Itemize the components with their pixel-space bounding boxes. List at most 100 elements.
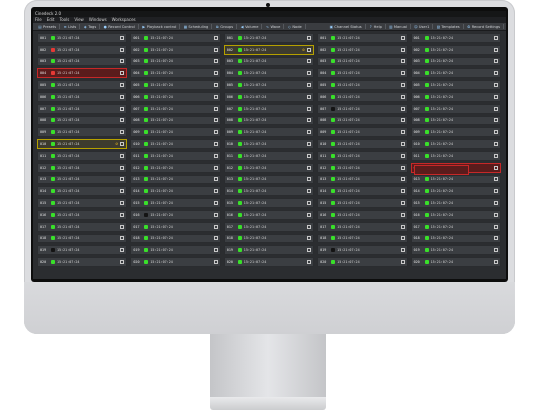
channel-row[interactable]: 007 15:21:07:24 — [317, 103, 408, 114]
channel-row[interactable]: 010 15:21:07:24 — [410, 139, 501, 149]
channel-row[interactable]: 007 15:21:07:24 — [223, 103, 315, 114]
select-checkbox[interactable] — [400, 71, 405, 76]
channel-row[interactable]: 003 15:21:07:24 — [223, 56, 315, 67]
select-checkbox[interactable] — [400, 106, 405, 111]
select-checkbox[interactable] — [120, 83, 125, 88]
select-checkbox[interactable] — [213, 47, 218, 52]
select-checkbox[interactable] — [307, 130, 312, 135]
channel-row[interactable]: 003 15:21:07:24 — [130, 56, 221, 67]
channel-row[interactable]: 011 15:21:07:24 — [130, 150, 221, 161]
channel-row[interactable]: 015 15:21:07:24 — [410, 198, 501, 208]
select-checkbox[interactable] — [213, 130, 218, 135]
select-checkbox[interactable] — [120, 47, 125, 52]
select-checkbox[interactable] — [493, 142, 498, 147]
channel-row[interactable]: 006 15:21:07:24 — [223, 91, 315, 102]
channel-row[interactable]: 005 15:21:07:24 — [410, 80, 501, 90]
select-checkbox[interactable] — [400, 224, 405, 229]
select-checkbox[interactable] — [400, 59, 405, 64]
select-checkbox[interactable] — [307, 153, 312, 158]
menu-workspaces[interactable]: Workspaces — [112, 17, 136, 23]
channel-row[interactable]: 004 15:21:07:24 — [410, 68, 501, 79]
channel-row[interactable]: 014 15:21:07:24 — [37, 186, 128, 197]
channel-row[interactable]: 015 15:21:07:24 — [130, 198, 221, 208]
select-checkbox[interactable] — [493, 189, 498, 194]
select-checkbox[interactable] — [400, 118, 405, 123]
channel-row[interactable]: 006 15:21:07:24 — [410, 91, 501, 102]
channel-row[interactable]: 004 15:21:07:24 — [37, 68, 128, 79]
select-checkbox[interactable] — [400, 94, 405, 99]
channel-row[interactable]: 013 15:21:07:24 — [37, 174, 128, 185]
channel-row[interactable]: 002 15:21:07:24 — [37, 44, 128, 55]
select-checkbox[interactable] — [213, 106, 218, 111]
select-checkbox[interactable] — [307, 189, 312, 194]
select-checkbox[interactable] — [120, 260, 125, 265]
select-checkbox[interactable] — [307, 106, 312, 111]
channel-row[interactable]: 015 15:21:07:24 — [317, 198, 408, 208]
channel-row[interactable]: 007 15:21:07:24 — [37, 103, 128, 114]
channel-row[interactable]: 017 15:21:07:24 — [317, 221, 408, 232]
channel-row[interactable]: 019 15:21:07:24 — [37, 245, 128, 256]
select-checkbox[interactable] — [120, 248, 125, 253]
toolbar-lists-button[interactable]: ≡ Lists — [60, 24, 81, 29]
channel-row[interactable]: 002 15:21:07:24 — [317, 44, 408, 55]
select-checkbox[interactable] — [120, 142, 125, 147]
select-checkbox[interactable] — [213, 248, 218, 253]
channel-row[interactable]: 016 15:21:07:24 — [317, 209, 408, 220]
channel-row[interactable]: 009 15:21:07:24 — [130, 127, 221, 138]
toolbar-wave-button[interactable]: ∿ Wave — [262, 24, 285, 29]
channel-row[interactable]: 003 15:21:07:24 — [317, 56, 408, 67]
channel-row[interactable]: 012 15:21:07:24 — [317, 162, 408, 173]
channel-row[interactable]: 005 15:21:07:24 — [223, 80, 315, 90]
toolbar-templates-button[interactable]: ▧ Templates — [433, 24, 464, 29]
channel-row[interactable]: 013 15:21:07:24 — [317, 174, 408, 185]
select-checkbox[interactable] — [400, 35, 405, 40]
warning-icon[interactable]: ⊘ — [302, 48, 305, 52]
channel-row[interactable]: 008 15:21:07:24 — [317, 115, 408, 126]
channel-row[interactable]: 006 15:21:07:24 — [317, 91, 408, 102]
select-checkbox[interactable] — [213, 165, 218, 170]
select-checkbox[interactable] — [307, 71, 312, 76]
channel-row[interactable]: 015 15:21:07:24 — [223, 198, 315, 208]
channel-row[interactable]: 016 15:21:07:24 — [410, 209, 501, 220]
select-checkbox[interactable] — [493, 71, 498, 76]
select-checkbox[interactable] — [213, 59, 218, 64]
select-checkbox[interactable] — [120, 189, 125, 194]
channel-row[interactable]: 002 15:21:07:24 ⊘ — [223, 44, 315, 55]
select-checkbox[interactable] — [213, 83, 218, 88]
select-checkbox[interactable] — [120, 212, 125, 217]
channel-row[interactable]: 002 15:21:07:24 — [410, 44, 501, 55]
channel-row[interactable]: 018 15:21:07:24 — [223, 233, 315, 244]
channel-row[interactable]: 005 15:21:07:24 — [37, 80, 128, 90]
select-checkbox[interactable] — [307, 177, 312, 182]
channel-row[interactable]: 014 15:21:07:24 — [223, 186, 315, 197]
channel-row[interactable]: 014 15:21:07:24 — [130, 186, 221, 197]
channel-row[interactable]: 009 15:21:07:24 — [37, 127, 128, 138]
toolbar-playback-control-button[interactable]: ▶ Playback control — [139, 24, 181, 29]
channel-row[interactable]: 019 15:21:07:24 — [317, 245, 408, 256]
select-checkbox[interactable] — [213, 236, 218, 241]
channel-row[interactable]: 007 15:21:07:24 — [410, 103, 501, 114]
select-checkbox[interactable] — [400, 47, 405, 52]
channel-row[interactable]: 019 15:21:07:24 — [130, 245, 221, 256]
select-checkbox[interactable] — [307, 212, 312, 217]
select-checkbox[interactable] — [213, 35, 218, 40]
select-checkbox[interactable] — [213, 94, 218, 99]
select-checkbox[interactable] — [213, 189, 218, 194]
warning-icon[interactable]: ⊘ — [115, 142, 118, 146]
channel-row[interactable]: 001 15:21:07:24 — [37, 33, 128, 43]
select-checkbox[interactable] — [213, 212, 218, 217]
channel-row[interactable]: 020 15:21:07:24 — [317, 257, 408, 267]
select-checkbox[interactable] — [400, 201, 405, 206]
select-checkbox[interactable] — [120, 177, 125, 182]
channel-row[interactable]: 007 15:21:07:24 — [130, 103, 221, 114]
select-checkbox[interactable] — [493, 212, 498, 217]
select-checkbox[interactable] — [400, 142, 405, 147]
channel-row[interactable]: 012 15:21:07:24 — [223, 162, 315, 173]
select-checkbox[interactable] — [493, 260, 498, 265]
toolbar-manual-button[interactable]: ▥ Manual — [386, 24, 411, 29]
channel-row[interactable]: 016 15:21:07:24 — [37, 209, 128, 220]
select-checkbox[interactable] — [400, 177, 405, 182]
channel-row[interactable]: 016 15:21:07:24 — [223, 209, 315, 220]
select-checkbox[interactable] — [213, 177, 218, 182]
toolbar-record-control-button[interactable]: ● Record Control — [100, 24, 139, 29]
